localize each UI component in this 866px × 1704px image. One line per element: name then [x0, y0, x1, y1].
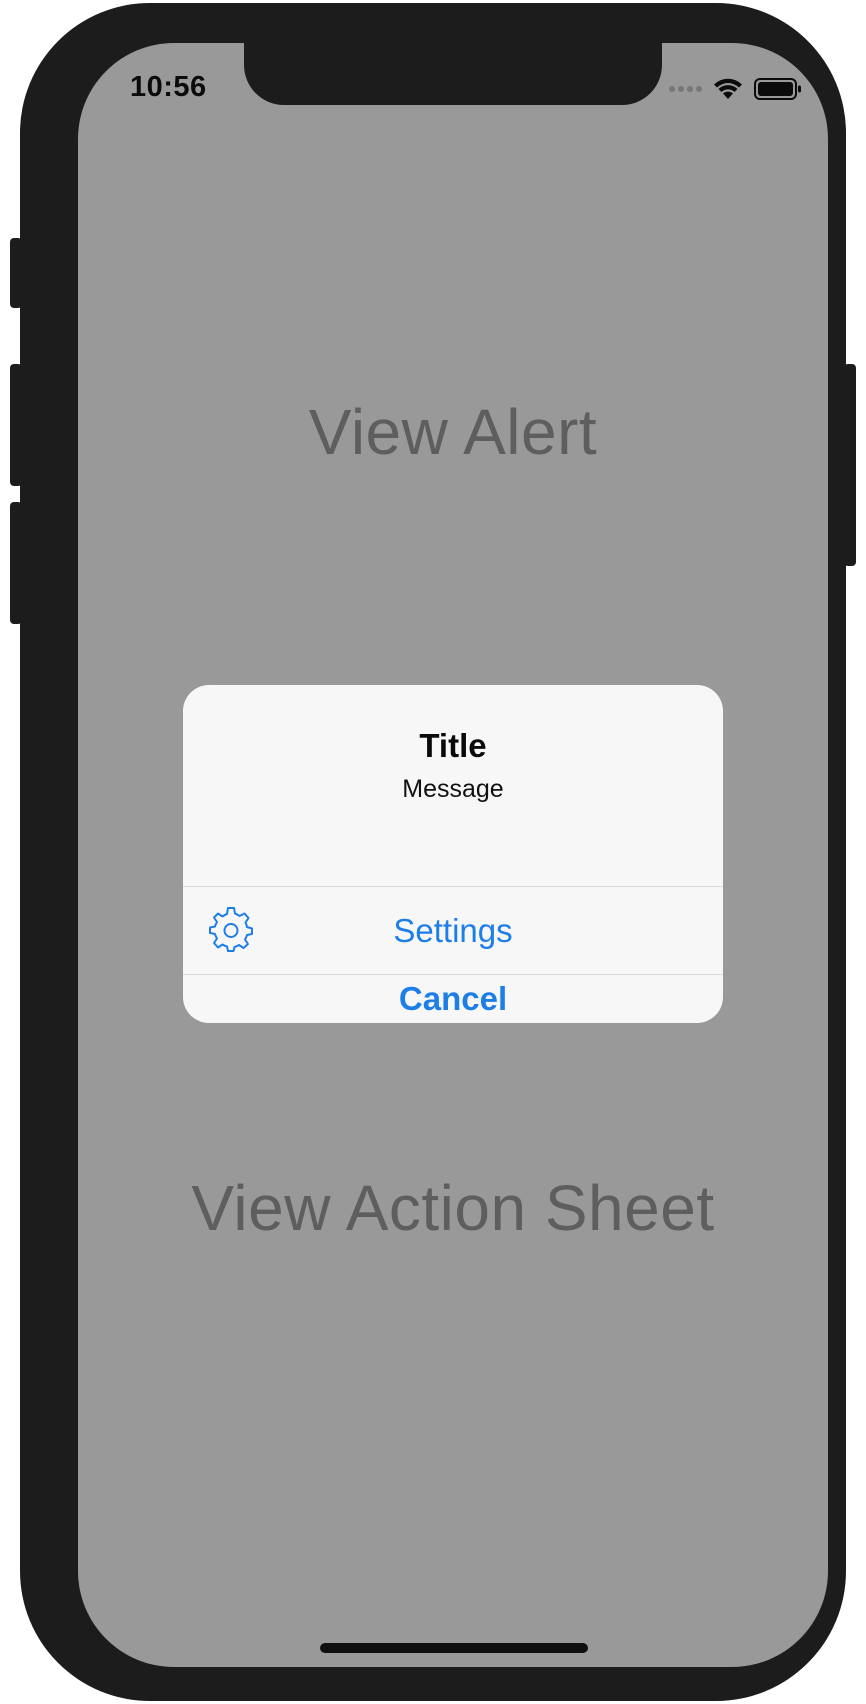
view-alert-button[interactable]: View Alert	[78, 395, 828, 469]
cancel-action-label: Cancel	[398, 980, 508, 1017]
cellular-signal-icon	[669, 86, 702, 92]
notch	[244, 43, 662, 105]
wifi-icon	[712, 77, 744, 101]
settings-action-label: Settings	[393, 911, 513, 949]
device-screen: 10:56 View Alert View Action Sheet Title…	[78, 43, 828, 1667]
settings-action-button[interactable]: Settings	[183, 887, 723, 974]
alert-dialog: Title Message Settings Cancel	[183, 685, 723, 1023]
alert-title: Title	[419, 727, 487, 764]
alert-message: Message	[402, 775, 504, 803]
home-indicator[interactable]	[320, 1643, 588, 1653]
cancel-action-button[interactable]: Cancel	[183, 975, 723, 1023]
device-frame: 10:56 View Alert View Action Sheet Title…	[20, 3, 846, 1701]
status-time: 10:56	[130, 71, 207, 103]
status-icons	[669, 77, 802, 101]
view-action-sheet-button[interactable]: View Action Sheet	[78, 1171, 828, 1245]
gear-icon	[209, 907, 253, 952]
battery-icon	[754, 78, 802, 100]
